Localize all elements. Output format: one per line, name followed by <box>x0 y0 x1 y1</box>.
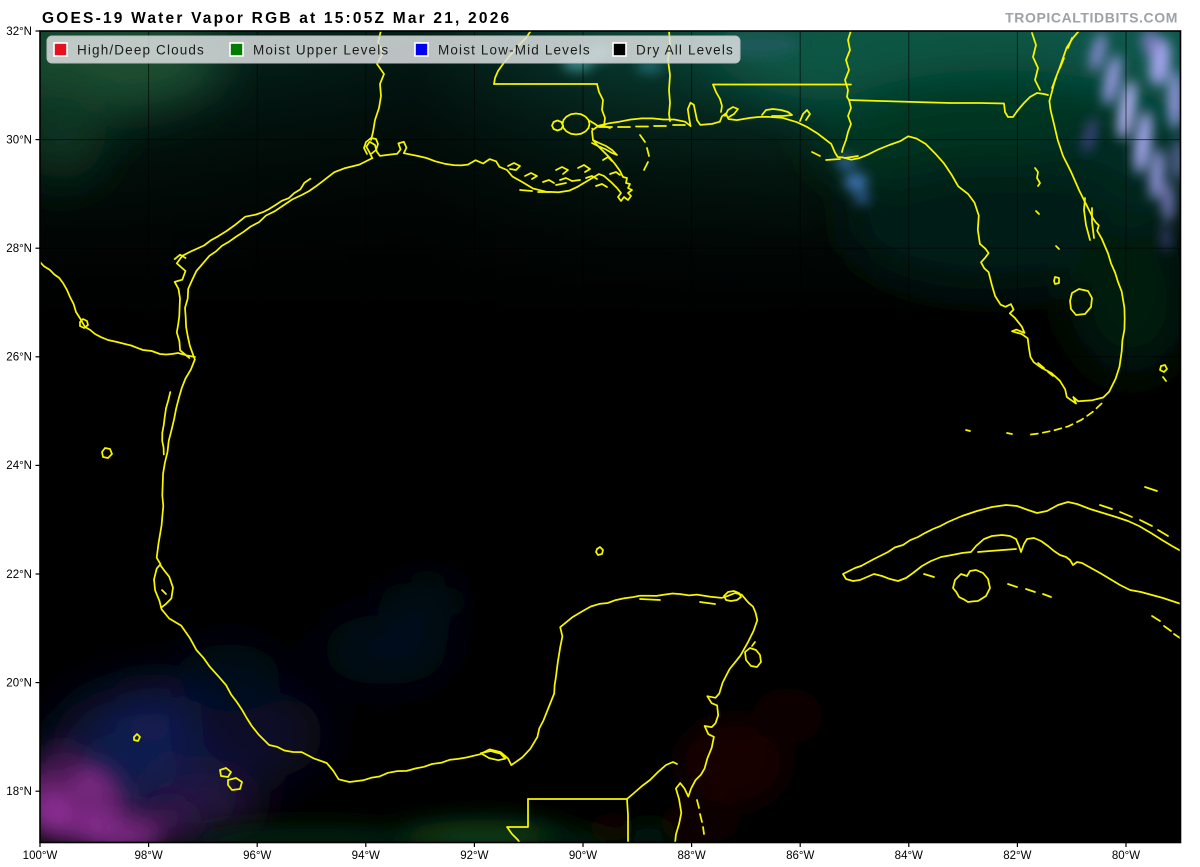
svg-text:96°W: 96°W <box>243 850 271 862</box>
svg-text:80°W: 80°W <box>1112 850 1140 862</box>
svg-text:TROPICALTIDBITS.COM: TROPICALTIDBITS.COM <box>1005 10 1178 26</box>
svg-text:98°W: 98°W <box>134 850 162 862</box>
svg-text:28°N: 28°N <box>6 243 32 255</box>
svg-text:GOES-19 Water Vapor RGB at 15:: GOES-19 Water Vapor RGB at 15:05Z Mar 21… <box>42 10 511 27</box>
svg-text:94°W: 94°W <box>352 850 380 862</box>
svg-text:Dry All Levels: Dry All Levels <box>636 43 734 58</box>
svg-text:92°W: 92°W <box>460 850 488 862</box>
svg-text:20°N: 20°N <box>6 677 32 689</box>
svg-text:88°W: 88°W <box>677 850 705 862</box>
svg-text:84°W: 84°W <box>895 850 923 862</box>
svg-text:22°N: 22°N <box>6 569 32 581</box>
svg-text:18°N: 18°N <box>6 786 32 798</box>
svg-text:86°W: 86°W <box>786 850 814 862</box>
svg-text:26°N: 26°N <box>6 352 32 364</box>
svg-text:82°W: 82°W <box>1003 850 1031 862</box>
svg-text:24°N: 24°N <box>6 460 32 472</box>
svg-text:High/Deep Clouds: High/Deep Clouds <box>77 43 205 58</box>
svg-text:Moist Upper Levels: Moist Upper Levels <box>253 43 389 58</box>
svg-text:100°W: 100°W <box>23 850 58 862</box>
svg-text:32°N: 32°N <box>6 26 32 38</box>
svg-text:30°N: 30°N <box>6 134 32 146</box>
svg-text:Moist Low-Mid Levels: Moist Low-Mid Levels <box>438 43 591 58</box>
svg-text:90°W: 90°W <box>569 850 597 862</box>
